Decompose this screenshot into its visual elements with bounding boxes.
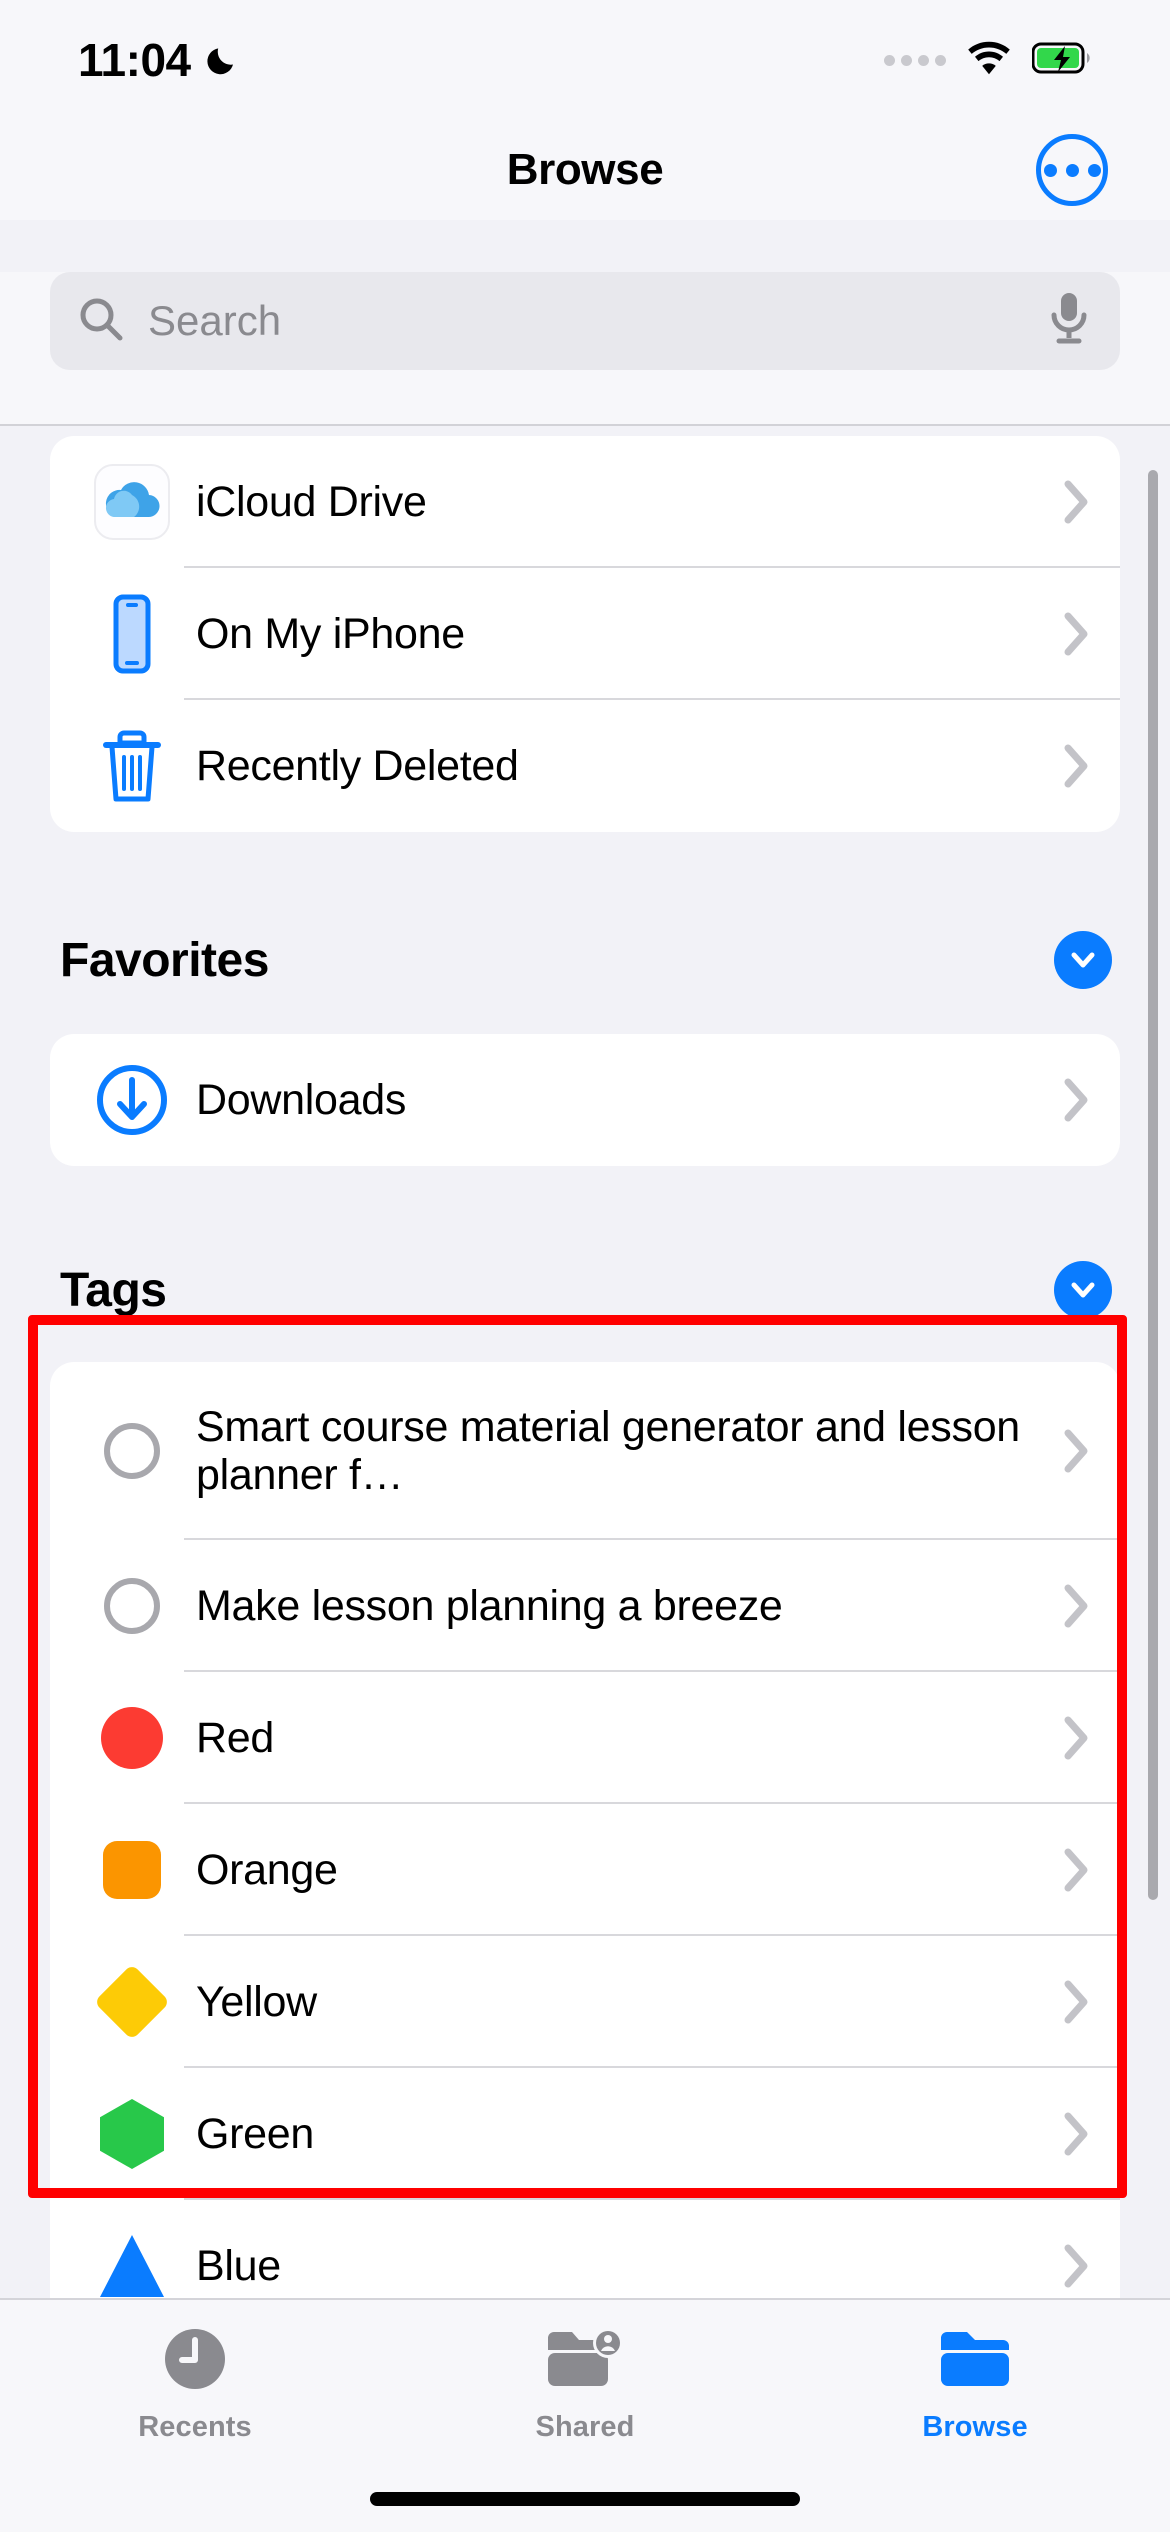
tag-triangle-blue-icon: [84, 2235, 180, 2297]
list-item-label: Red: [196, 1713, 274, 1762]
ellipsis-dot: [1087, 163, 1101, 177]
list-item-label: Make lesson planning a breeze: [196, 1581, 783, 1630]
favorites-title: Favorites: [60, 933, 269, 987]
favorites-card: Downloads: [50, 1034, 1120, 1166]
tab-recents[interactable]: Recents: [0, 2326, 390, 2444]
chevron-right-icon: [1050, 1848, 1120, 1892]
list-item-tag-orange[interactable]: Orange: [50, 1804, 1120, 1936]
list-item-label: iCloud Drive: [196, 477, 427, 526]
tab-label: Browse: [922, 2411, 1028, 2443]
tags-title: Tags: [60, 1263, 167, 1317]
list-item-label: Downloads: [196, 1075, 407, 1124]
battery-charging-icon: [1031, 42, 1092, 79]
chevron-right-icon: [1050, 744, 1120, 788]
list-item-tag[interactable]: Make lesson planning a breeze: [50, 1540, 1120, 1672]
search-placeholder: Search: [148, 297, 282, 344]
list-item-tag-yellow[interactable]: Yellow: [50, 1936, 1120, 2068]
tag-circle-red-icon: [84, 1707, 180, 1769]
shared-folder-person-icon: [544, 2326, 626, 2397]
list-item-tag-green[interactable]: Green: [50, 2068, 1120, 2200]
trash-icon: [84, 725, 180, 807]
chevron-right-icon: [1050, 2112, 1120, 2156]
list-item-downloads[interactable]: Downloads: [50, 1034, 1120, 1166]
tag-ring-icon: [84, 1423, 180, 1479]
more-options-button[interactable]: [1036, 134, 1108, 206]
tag-square-orange-icon: [84, 1841, 180, 1899]
list-item-label: Green: [196, 2109, 315, 2158]
list-item-label: Orange: [196, 1845, 338, 1894]
chevron-right-icon: [1050, 1429, 1120, 1473]
status-bar: 11:04: [0, 0, 1170, 120]
chevron-right-icon: [1050, 1980, 1120, 2024]
chevron-right-icon: [1050, 1716, 1120, 1760]
status-bar-clock: 11:04: [78, 34, 191, 86]
icloud-drive-icon: [84, 459, 180, 545]
download-circle-icon: [84, 1062, 180, 1138]
list-item-label: Blue: [196, 2241, 281, 2290]
list-item-label: Smart course material generator and less…: [196, 1402, 1020, 1499]
chevron-right-icon: [1050, 2244, 1120, 2288]
list-item-tag-red[interactable]: Red: [50, 1672, 1120, 1804]
chevron-down-circle-icon[interactable]: [1054, 1261, 1112, 1319]
tab-shared[interactable]: Shared: [390, 2326, 780, 2444]
list-item-label: Yellow: [196, 1977, 317, 2026]
locations-card: iCloud Drive On My iPhone Recently Delet…: [50, 436, 1120, 832]
search-bar-container: Search: [0, 272, 1170, 424]
clock-icon: [162, 2326, 228, 2397]
tab-bar: Recents Shared Browse: [0, 2298, 1170, 2532]
wifi-icon: [966, 41, 1012, 80]
list-item-recently-deleted[interactable]: Recently Deleted: [50, 700, 1120, 832]
list-item-on-my-iphone[interactable]: On My iPhone: [50, 568, 1120, 700]
chevron-right-icon: [1050, 612, 1120, 656]
tab-label: Shared: [535, 2411, 635, 2443]
list-item-tag-blue[interactable]: Blue: [50, 2200, 1120, 2298]
list-item-label: Recently Deleted: [196, 741, 519, 790]
iphone-icon: [84, 593, 180, 675]
ellipsis-dot: [1065, 163, 1079, 177]
favorites-section-header: Favorites: [0, 900, 1170, 1020]
search-input[interactable]: Search: [50, 272, 1120, 370]
search-icon: [78, 296, 124, 347]
crescent-moon-icon: [205, 42, 241, 78]
page-title: Browse: [506, 145, 664, 194]
vertical-scrollbar[interactable]: [1148, 470, 1158, 1900]
chevron-right-icon: [1050, 480, 1120, 524]
iphone-screen: 11:04 Browse Search iCloud Drive On My i…: [0, 0, 1170, 2532]
tag-hexagon-green-icon: [84, 2099, 180, 2169]
chevron-right-icon: [1050, 1584, 1120, 1628]
navigation-bar: Browse: [0, 120, 1170, 220]
tags-card: Smart course material generator and less…: [50, 1362, 1120, 2298]
ellipsis-dot: [1043, 163, 1057, 177]
tag-ring-icon: [84, 1578, 180, 1634]
list-item-tag[interactable]: Smart course material generator and less…: [50, 1362, 1120, 1540]
tag-diamond-yellow-icon: [84, 1963, 180, 2041]
chevron-right-icon: [1050, 1078, 1120, 1122]
tags-section-header: Tags: [0, 1230, 1170, 1350]
tab-browse[interactable]: Browse: [780, 2326, 1170, 2444]
chevron-down-circle-icon[interactable]: [1054, 931, 1112, 989]
status-bar-left: 11:04: [78, 33, 241, 87]
status-bar-right: [884, 41, 1092, 80]
home-indicator: [370, 2492, 800, 2506]
tab-label: Recents: [138, 2411, 252, 2443]
signal-dots-icon: [884, 54, 946, 66]
microphone-icon[interactable]: [1046, 291, 1092, 352]
list-item-icloud-drive[interactable]: iCloud Drive: [50, 436, 1120, 568]
folder-icon: [937, 2326, 1013, 2397]
list-item-label: On My iPhone: [196, 609, 465, 658]
browse-scroll-content[interactable]: iCloud Drive On My iPhone Recently Delet…: [0, 426, 1170, 2298]
